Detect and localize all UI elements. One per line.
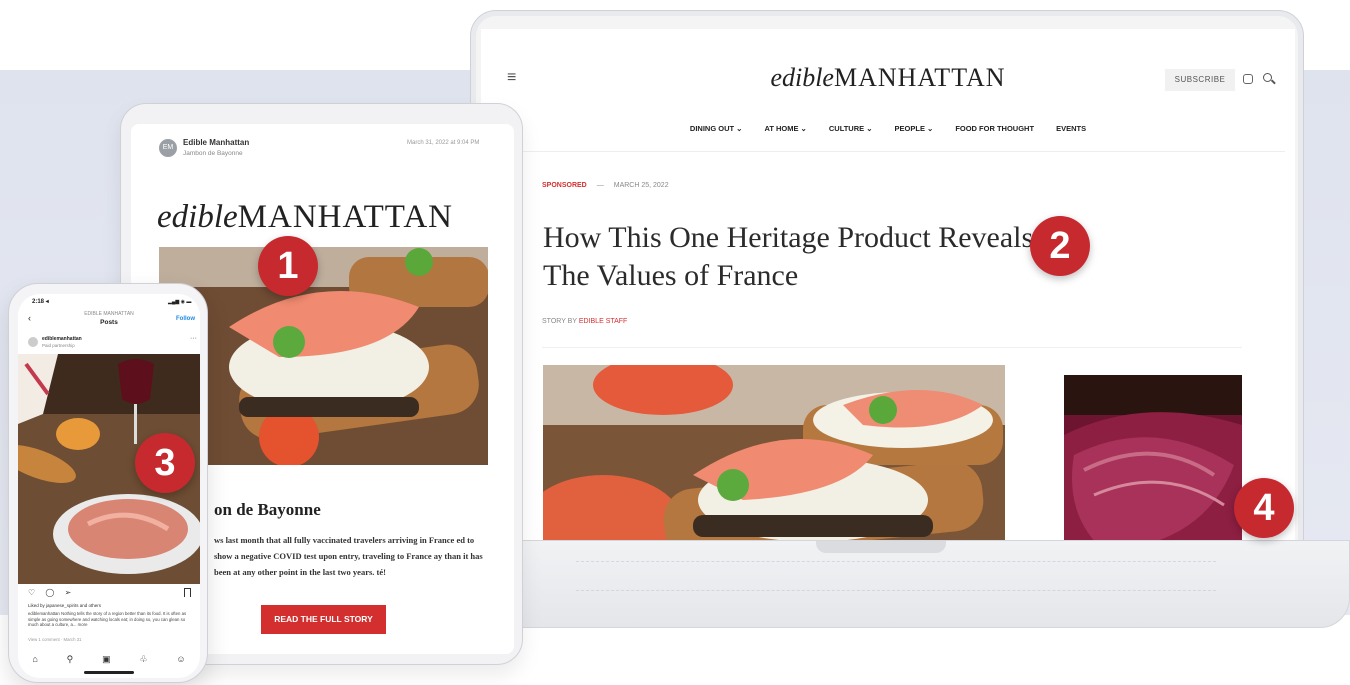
logo-italic: edible	[770, 63, 834, 92]
body-divider	[542, 347, 1242, 348]
email-sender: Edible Manhattan	[183, 138, 250, 147]
reels-icon[interactable]: ▣	[102, 654, 111, 665]
byline-prefix: STORY BY	[542, 318, 579, 325]
subscribe-button[interactable]: SUBSCRIBE	[1165, 69, 1235, 91]
logo-caps: MANHATTAN	[833, 63, 1006, 92]
newsletter-title: on de Bayonne	[214, 500, 321, 519]
article-headline: How This One Heritage Product Reveals Th…	[543, 221, 1034, 292]
badge-3: 3	[135, 433, 195, 493]
account-header: EDIBLE MANHATTAN	[84, 311, 134, 317]
read-full-story-button[interactable]: READ THE FULL STORY	[261, 605, 386, 634]
view-comments[interactable]: View 1 comment · March 31	[28, 637, 81, 642]
article-meta: SPONSORED — MARCH 25, 2022	[542, 182, 669, 189]
newsletter-logo: edibleMANHATTAN	[157, 199, 453, 236]
main-nav: DINING OUT ⌄ AT HOME ⌄ CULTURE ⌄ PEOPLE …	[481, 124, 1295, 133]
profile-icon[interactable]: ☺	[176, 654, 185, 665]
likes-text: Liked by japanese_spirits and others	[28, 603, 102, 608]
laptop-notch	[816, 541, 946, 553]
more-options-icon[interactable]: ···	[190, 335, 197, 342]
laptop-device: ≡ edibleMANHATTAN SUBSCRIBE DINING OUT ⌄…	[470, 10, 1304, 551]
paid-partnership-label: Paid partnership	[42, 343, 75, 348]
hero-image-crostini	[543, 365, 1005, 551]
badge-4: 4	[1234, 478, 1294, 538]
ham-illustration	[1064, 375, 1242, 551]
nav-culture[interactable]: CULTURE ⌄	[829, 124, 873, 133]
crostini-illustration	[543, 365, 1005, 551]
post-caption: ediblemanhattan Nothing tells the story …	[28, 611, 187, 627]
bottom-tab-bar: ⌂ ⚲ ▣ ♧ ☺	[18, 654, 200, 665]
sponsored-tag[interactable]: SPONSORED	[542, 182, 587, 189]
bookmark-icon[interactable]	[184, 588, 191, 597]
newsletter-hero-image[interactable]	[159, 247, 488, 465]
nav-at-home[interactable]: AT HOME ⌄	[764, 124, 806, 133]
status-icons: ▂▄▆ ◉ ▬	[168, 299, 192, 305]
nav-divider	[491, 151, 1285, 152]
logo-italic: edible	[157, 199, 238, 235]
article-byline: STORY BY EDIBLE STAFF	[542, 318, 627, 325]
badge-1: 1	[258, 236, 318, 296]
keyboard-reflection	[576, 561, 1216, 591]
meta-dash: —	[596, 182, 604, 189]
shop-icon[interactable]: ♧	[139, 654, 147, 665]
newsletter-body: ws last month that all fully vaccinated …	[214, 535, 483, 577]
sender-avatar: EM	[159, 139, 177, 157]
side-image-ham	[1064, 375, 1242, 551]
email-subject: Jambon de Bayonne	[183, 150, 243, 157]
instagram-icon[interactable]	[1243, 74, 1253, 84]
nav-dining-out[interactable]: DINING OUT ⌄	[690, 124, 743, 133]
badge-2: 2	[1030, 216, 1090, 276]
nav-food-for-thought[interactable]: FOOD FOR THOUGHT	[955, 124, 1034, 133]
crostini-illustration	[159, 247, 488, 465]
nav-people[interactable]: PEOPLE ⌄	[895, 124, 934, 133]
nav-events[interactable]: EVENTS	[1056, 124, 1086, 133]
home-icon[interactable]: ⌂	[32, 654, 37, 665]
search-icon[interactable]: ⚲	[67, 654, 74, 665]
view-comments-link[interactable]: View 1 comment	[28, 637, 60, 642]
posts-title: Posts	[100, 319, 118, 326]
byline-author[interactable]: EDIBLE STAFF	[579, 318, 628, 325]
article-date: MARCH 25, 2022	[613, 182, 669, 189]
follow-button[interactable]: Follow	[176, 316, 195, 322]
status-time: 2:18 ◂	[32, 299, 49, 305]
laptop-base	[425, 540, 1350, 628]
logo-caps: MANHATTAN	[237, 199, 453, 235]
home-indicator	[84, 671, 134, 674]
stage: ≡ edibleMANHATTAN SUBSCRIBE DINING OUT ⌄…	[0, 0, 1350, 685]
post-date: March 31	[63, 637, 82, 642]
post-username[interactable]: ediblemanhattan	[42, 336, 82, 342]
avatar[interactable]	[28, 337, 38, 347]
email-date: March 31, 2022 at 9:04 PM	[407, 140, 480, 146]
laptop-screen: ≡ edibleMANHATTAN SUBSCRIBE DINING OUT ⌄…	[481, 29, 1295, 551]
post-actions[interactable]: ♡ ◯ ➢	[28, 588, 75, 597]
search-icon[interactable]	[1263, 73, 1272, 82]
